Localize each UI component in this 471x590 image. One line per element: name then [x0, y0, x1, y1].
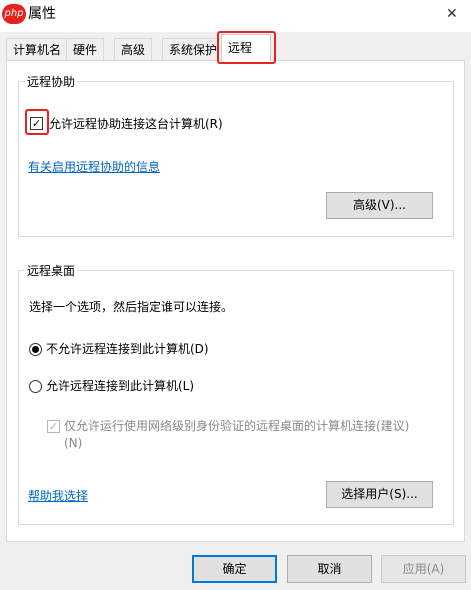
select-users-button[interactable]: 选择用户(S)...: [326, 481, 433, 508]
nla-only-label-accesskey: (N): [64, 436, 83, 450]
remote-desktop-instruction: 选择一个选项，然后指定谁可以连接。: [29, 300, 234, 314]
remote-desktop-title: 远程桌面: [25, 263, 78, 279]
apply-button[interactable]: 应用(A): [381, 555, 466, 583]
allow-remote-label: 允许远程连接到此计算机(L): [46, 379, 195, 393]
window-title: 属性: [28, 6, 56, 22]
php-logo-icon: php: [2, 4, 26, 24]
allow-remote-radio[interactable]: [29, 380, 42, 393]
deny-remote-label: 不允许远程连接到此计算机(D): [46, 342, 209, 356]
tab-system-protection[interactable]: 系统保护: [162, 38, 225, 60]
ok-button[interactable]: 确定: [192, 555, 277, 583]
allow-remote-assistance-label: 允许远程协助连接这台计算机(R): [49, 117, 223, 131]
help-me-choose-link[interactable]: 帮助我选择: [28, 488, 88, 504]
checkbox-highlight-box: [25, 109, 49, 135]
close-icon[interactable]: ✕: [446, 4, 458, 24]
nla-only-checkbox[interactable]: ✓: [47, 420, 60, 433]
deny-remote-radio[interactable]: [29, 343, 42, 356]
advanced-button[interactable]: 高级(V)...: [326, 192, 433, 219]
remote-assistance-info-link[interactable]: 有关启用远程协助的信息: [28, 159, 160, 175]
nla-only-label: 仅允许运行使用网络级别身份验证的远程桌面的计算机连接(建议): [64, 419, 410, 433]
tab-highlight-box: [217, 31, 276, 64]
remote-assistance-title: 远程协助: [25, 74, 78, 90]
title-bar: php 属性 ✕: [0, 0, 471, 32]
tab-hardware[interactable]: 硬件: [66, 38, 105, 60]
tab-advanced[interactable]: 高级: [114, 38, 153, 60]
radio-selected-dot: [32, 346, 39, 353]
remote-tab-panel: 远程协助 ✓ 允许远程协助连接这台计算机(R) 有关启用远程协助的信息 高级(V…: [6, 60, 465, 542]
cancel-button[interactable]: 取消: [287, 555, 372, 583]
tab-computer-name[interactable]: 计算机名: [6, 38, 69, 60]
